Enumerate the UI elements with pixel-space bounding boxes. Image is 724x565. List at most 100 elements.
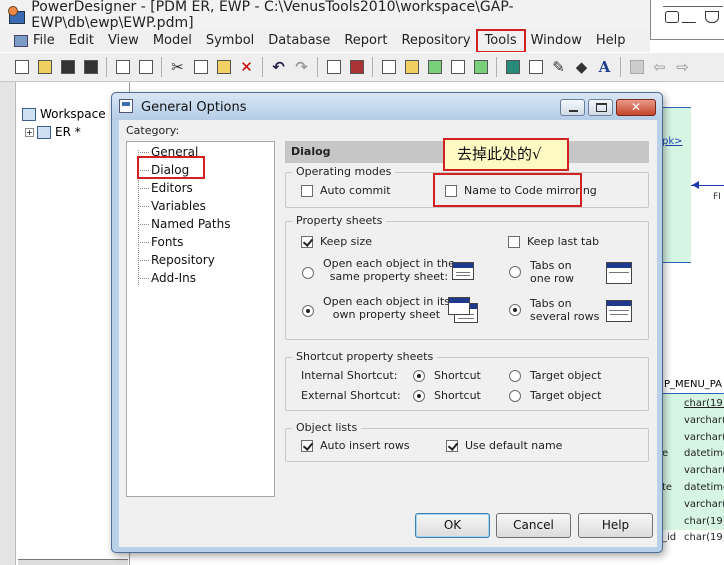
cancel-button[interactable]: Cancel <box>496 513 571 538</box>
next-icon[interactable]: ⇨ <box>674 58 692 76</box>
check-model-icon[interactable] <box>380 58 398 76</box>
keep-last-tab-box[interactable] <box>508 235 520 248</box>
undo-icon[interactable]: ↶ <box>270 58 288 76</box>
save-icon[interactable] <box>59 58 77 76</box>
menu-view[interactable]: View <box>101 31 146 51</box>
auto-insert-rows-checkbox[interactable]: Auto insert rows <box>301 439 410 452</box>
menu-database[interactable]: Database <box>261 31 337 51</box>
menu-file[interactable]: File <box>0 31 62 51</box>
internal-shortcut-radio-dot[interactable] <box>413 369 425 382</box>
external-target-radio-dot[interactable] <box>509 389 521 402</box>
category-named-paths[interactable]: Named Paths <box>149 216 232 232</box>
maximize-button[interactable] <box>588 99 613 116</box>
polyline-icon[interactable] <box>681 11 703 23</box>
external-shortcut-radio[interactable]: Shortcut <box>413 389 481 402</box>
minimize-button[interactable] <box>560 99 585 116</box>
tree-connector <box>138 152 149 153</box>
keep-last-tab-checkbox[interactable]: Keep last tab <box>508 235 599 248</box>
internal-target-option-label: Target object <box>530 369 602 382</box>
align-icon[interactable] <box>628 58 646 76</box>
entity-column-name: _id <box>662 532 677 544</box>
open-icon[interactable] <box>36 58 54 76</box>
menu-tools[interactable]: Tools <box>475 29 526 53</box>
font-icon[interactable]: A <box>596 58 614 76</box>
print-icon[interactable] <box>137 58 155 76</box>
compare-icon[interactable] <box>449 58 467 76</box>
shortcut-property-sheets-label: Shortcut property sheets <box>292 350 438 363</box>
rounded-rect-icon[interactable] <box>665 11 679 23</box>
tree-item-workspace[interactable]: Workspace <box>22 107 106 121</box>
entity-table[interactable]: pk> <box>661 107 691 263</box>
open-same-sheet-radio[interactable]: Open each object in the same property sh… <box>302 257 455 283</box>
delete-icon[interactable]: ✕ <box>238 58 256 76</box>
pen-icon[interactable]: ✎ <box>550 58 568 76</box>
tabs-one-row-radio-dot[interactable] <box>509 266 521 278</box>
internal-target-radio[interactable]: Target object <box>509 369 601 382</box>
menu-help[interactable]: Help <box>589 31 633 51</box>
open-own-sheet-radio[interactable]: Open each object in its own property she… <box>302 295 450 321</box>
fill-icon[interactable]: ◆ <box>573 58 591 76</box>
reference-arrow-icon <box>692 181 699 189</box>
new-icon[interactable] <box>13 58 31 76</box>
auto-insert-rows-box[interactable] <box>301 439 313 452</box>
tabs-several-rows-radio[interactable]: Tabs on several rows <box>509 297 599 323</box>
reverse-icon[interactable] <box>426 58 444 76</box>
print-preview-icon[interactable] <box>114 58 132 76</box>
cut-icon[interactable]: ✂ <box>169 58 187 76</box>
category-editors[interactable]: Editors <box>149 180 195 196</box>
category-variables[interactable]: Variables <box>149 198 208 214</box>
auto-commit-checkbox[interactable]: Auto commit <box>301 184 391 197</box>
menu-window[interactable]: Window <box>524 31 589 51</box>
paste-icon[interactable] <box>215 58 233 76</box>
text-icon[interactable] <box>527 58 545 76</box>
open-own-radio-dot[interactable] <box>302 305 314 317</box>
tabs-several-rows-line2: several rows <box>530 310 600 323</box>
document-icon <box>14 35 28 47</box>
dialog-title-bar[interactable]: General Options ✕ <box>112 93 662 120</box>
menu-edit[interactable]: Edit <box>62 31 101 51</box>
use-default-name-box[interactable] <box>446 439 458 452</box>
redo-icon[interactable]: ↷ <box>293 58 311 76</box>
model-icon[interactable] <box>348 58 366 76</box>
close-icon: ✕ <box>630 100 642 114</box>
save-all-icon[interactable] <box>82 58 100 76</box>
menu-model[interactable]: Model <box>146 31 199 51</box>
tabs-several-rows-radio-dot[interactable] <box>509 304 521 316</box>
generate-icon[interactable] <box>403 58 421 76</box>
minimize-icon <box>569 110 578 112</box>
tabs-one-row-radio[interactable]: Tabs on one row <box>509 259 574 285</box>
category-repository[interactable]: Repository <box>149 252 217 268</box>
properties-icon[interactable] <box>325 58 343 76</box>
palette-row <box>663 0 723 7</box>
app-title: PowerDesigner - [PDM ER, EWP - C:\VenusT… <box>31 0 514 31</box>
dialog-title: General Options <box>141 100 247 115</box>
tree-connector <box>138 224 149 225</box>
internal-target-radio-dot[interactable] <box>509 369 521 382</box>
keep-size-box[interactable] <box>301 235 313 248</box>
category-add-ins[interactable]: Add-Ins <box>149 270 198 286</box>
check-icon[interactable] <box>472 58 490 76</box>
use-default-name-checkbox[interactable]: Use default name <box>446 439 562 452</box>
use-default-name-label: Use default name <box>465 439 563 452</box>
category-fonts[interactable]: Fonts <box>149 234 185 250</box>
help-button[interactable]: Help <box>578 513 653 538</box>
tree-item-er-label: ER * <box>55 125 81 139</box>
copy-icon[interactable] <box>192 58 210 76</box>
auto-commit-box[interactable] <box>301 184 313 197</box>
external-target-radio[interactable]: Target object <box>509 389 601 402</box>
table-icon[interactable] <box>504 58 522 76</box>
internal-shortcut-radio[interactable]: Shortcut <box>413 369 481 382</box>
menu-repository[interactable]: Repository <box>394 31 477 51</box>
open-same-radio-dot[interactable] <box>302 267 314 279</box>
keep-size-checkbox[interactable]: Keep size <box>301 235 372 248</box>
model-icon <box>37 125 51 139</box>
ok-button[interactable]: OK <box>415 513 490 538</box>
menu-report[interactable]: Report <box>337 31 394 51</box>
close-button[interactable]: ✕ <box>616 99 656 116</box>
prev-icon[interactable]: ⇦ <box>651 58 669 76</box>
arc-icon[interactable] <box>705 11 719 23</box>
external-shortcut-radio-dot[interactable] <box>413 389 425 402</box>
expand-icon[interactable]: + <box>25 127 34 137</box>
tree-item-er[interactable]: + ER * <box>25 125 81 139</box>
menu-symbol[interactable]: Symbol <box>199 31 261 51</box>
